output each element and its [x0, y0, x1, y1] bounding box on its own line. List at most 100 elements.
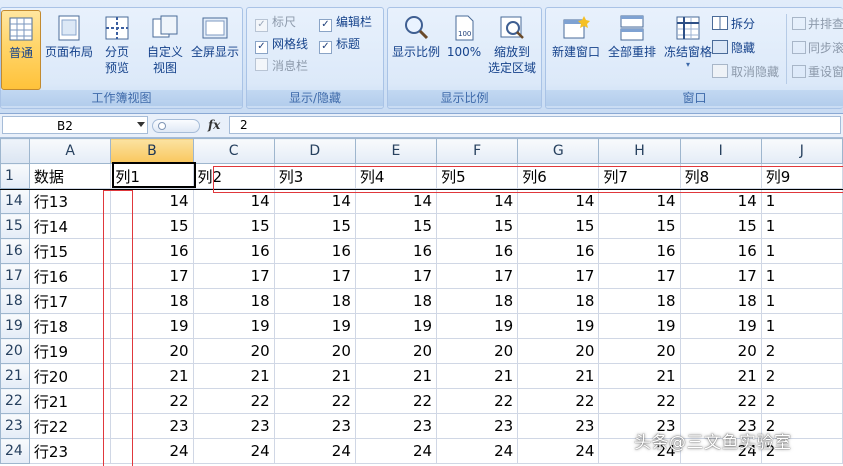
new-window-button[interactable]: 新建窗口	[548, 10, 604, 90]
cell[interactable]: 2	[760, 388, 843, 414]
cell[interactable]: 16	[598, 238, 681, 264]
cell[interactable]: 15	[192, 213, 275, 239]
cell[interactable]: 18	[598, 288, 681, 314]
formula-bar-checkbox[interactable]: ✓ 编辑栏	[319, 12, 372, 32]
cell[interactable]: 23	[192, 413, 275, 439]
cell[interactable]: 21	[679, 363, 762, 389]
cell[interactable]: 18	[192, 288, 275, 314]
cell[interactable]: 19	[192, 313, 275, 339]
cell[interactable]: 行20	[28, 363, 112, 389]
cell[interactable]: 20	[679, 338, 762, 364]
cell[interactable]: 18	[436, 288, 519, 314]
cell[interactable]: 2	[760, 363, 843, 389]
cell[interactable]: 15	[110, 213, 194, 239]
column-header-c[interactable]: C	[192, 138, 275, 164]
cell[interactable]: 23	[436, 413, 519, 439]
cell[interactable]: 18	[679, 288, 762, 314]
cell[interactable]: 20	[354, 338, 438, 364]
row-header[interactable]: 19	[0, 313, 30, 339]
cell[interactable]: 15	[273, 213, 356, 239]
cell[interactable]: 24	[517, 438, 600, 464]
row-header[interactable]: 23	[0, 413, 30, 439]
page-layout-button[interactable]: 页面布局	[43, 10, 95, 90]
cell[interactable]: 16	[679, 238, 762, 264]
arrange-all-button[interactable]: 全部重排	[604, 10, 660, 90]
cell[interactable]: 22	[192, 388, 275, 414]
cell[interactable]: 1	[760, 263, 843, 289]
cell[interactable]: 14	[436, 188, 519, 214]
cell[interactable]: 19	[354, 313, 438, 339]
column-header-d[interactable]: D	[273, 138, 356, 164]
cell[interactable]: 15	[354, 213, 438, 239]
cell[interactable]: 23	[517, 413, 600, 439]
cell[interactable]: 行15	[28, 238, 112, 264]
cell[interactable]: 20	[436, 338, 519, 364]
row-header[interactable]: 1	[0, 163, 30, 189]
message-bar-checkbox[interactable]: 消息栏	[255, 56, 308, 76]
cell[interactable]: 17	[354, 263, 438, 289]
cell[interactable]: 列2	[192, 163, 275, 189]
cell[interactable]: 17	[110, 263, 194, 289]
cell[interactable]: 20	[110, 338, 194, 364]
column-header-i[interactable]: I	[679, 138, 762, 164]
column-header-h[interactable]: H	[598, 138, 681, 164]
cell[interactable]: 24	[436, 438, 519, 464]
zoom-100-button[interactable]: 100 100%	[446, 10, 482, 90]
cell[interactable]: 18	[273, 288, 356, 314]
cell[interactable]: 22	[517, 388, 600, 414]
cell[interactable]: 1	[760, 213, 843, 239]
cell[interactable]: 2	[760, 338, 843, 364]
cell[interactable]: 列8	[679, 163, 762, 189]
cell[interactable]: 14	[598, 188, 681, 214]
cell[interactable]: 列5	[436, 163, 519, 189]
cell[interactable]: 列6	[517, 163, 600, 189]
cell[interactable]: 14	[517, 188, 600, 214]
cell[interactable]: 行21	[28, 388, 112, 414]
cell[interactable]: 24	[110, 438, 194, 464]
name-box[interactable]: B2	[2, 116, 148, 134]
cell[interactable]: 19	[110, 313, 194, 339]
normal-view-button[interactable]: 普通	[1, 10, 41, 90]
insert-function-button[interactable]: fx	[208, 116, 220, 134]
cell[interactable]: 21	[354, 363, 438, 389]
cell[interactable]: 16	[354, 238, 438, 264]
unhide-button[interactable]: 取消隐藏	[712, 62, 779, 82]
cell[interactable]: 23	[354, 413, 438, 439]
row-header[interactable]: 14	[0, 188, 30, 214]
cell[interactable]: 17	[679, 263, 762, 289]
cell[interactable]: 1	[760, 313, 843, 339]
cell[interactable]: 22	[598, 388, 681, 414]
row-header[interactable]: 22	[0, 388, 30, 414]
cell[interactable]: 22	[354, 388, 438, 414]
cell[interactable]: 21	[273, 363, 356, 389]
cell[interactable]: 22	[110, 388, 194, 414]
cell[interactable]: 17	[273, 263, 356, 289]
cell[interactable]: 行17	[28, 288, 112, 314]
cell[interactable]: 17	[436, 263, 519, 289]
cell[interactable]: 19	[517, 313, 600, 339]
ruler-checkbox[interactable]: ✓ 标尺	[255, 12, 296, 32]
cell[interactable]: 15	[436, 213, 519, 239]
cell[interactable]: 行16	[28, 263, 112, 289]
cell[interactable]: 22	[273, 388, 356, 414]
cell[interactable]: 数据	[28, 163, 112, 189]
cell[interactable]: 18	[110, 288, 194, 314]
cell[interactable]: 1	[760, 288, 843, 314]
cell[interactable]: 14	[273, 188, 356, 214]
cell[interactable]: 1	[760, 238, 843, 264]
cell[interactable]: 16	[436, 238, 519, 264]
cell[interactable]: 14	[354, 188, 438, 214]
cell[interactable]: 22	[679, 388, 762, 414]
custom-views-button[interactable]: 自定义 视图	[143, 10, 187, 90]
row-header[interactable]: 15	[0, 213, 30, 239]
cell[interactable]: 1	[760, 188, 843, 214]
cell[interactable]: 18	[517, 288, 600, 314]
zoom-button[interactable]: 显示比例	[390, 10, 442, 90]
column-header-e[interactable]: E	[354, 138, 438, 164]
cell[interactable]: 15	[517, 213, 600, 239]
name-box-dropdown-icon[interactable]	[137, 122, 145, 127]
row-header[interactable]: 17	[0, 263, 30, 289]
cell[interactable]: 15	[679, 213, 762, 239]
cell[interactable]: 20	[192, 338, 275, 364]
cell[interactable]: 16	[192, 238, 275, 264]
